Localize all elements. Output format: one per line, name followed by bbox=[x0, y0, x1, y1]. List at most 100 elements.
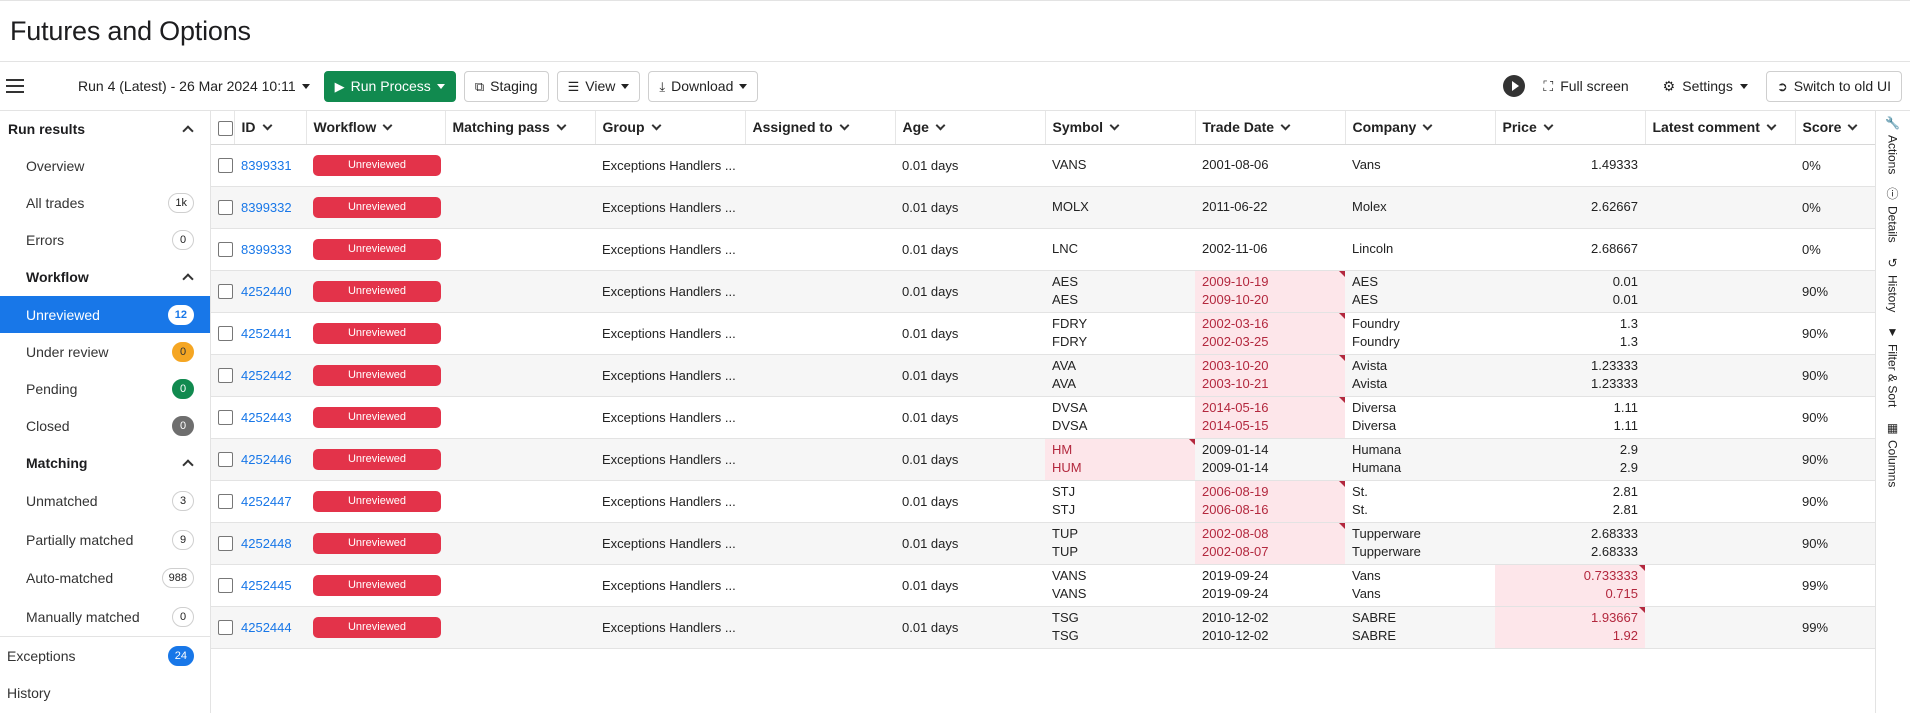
table-row[interactable]: 4252448 Unreviewed Exceptions Handlers ...… bbox=[211, 522, 1875, 565]
trade-id-link[interactable]: 4252444 bbox=[241, 620, 292, 635]
trade-id-link[interactable]: 4252446 bbox=[241, 452, 292, 467]
chevron-down-icon bbox=[935, 120, 946, 131]
table-row[interactable]: 4252443 Unreviewed Exceptions Handlers ...… bbox=[211, 396, 1875, 439]
rail-filter-sort[interactable]: ▼ Filter & Sort bbox=[1886, 326, 1900, 407]
rail-actions[interactable]: 🔧 Actions bbox=[1885, 117, 1900, 174]
column-header-trade-date[interactable]: Trade Date bbox=[1195, 111, 1346, 145]
trade-id-link[interactable]: 4252440 bbox=[241, 284, 292, 299]
row-checkbox[interactable] bbox=[218, 494, 233, 510]
sidebar-item-unmatched[interactable]: Unmatched 3 bbox=[0, 482, 210, 521]
row-checkbox[interactable] bbox=[218, 158, 233, 174]
status-badge[interactable]: Unreviewed bbox=[313, 616, 441, 638]
trade-id-link[interactable]: 4252441 bbox=[241, 326, 292, 341]
trade-date-value: 2006-08-19 bbox=[1202, 484, 1269, 499]
sidebar-workflow-header[interactable]: Workflow bbox=[0, 258, 210, 296]
table-row[interactable]: 4252441 Unreviewed Exceptions Handlers ...… bbox=[211, 312, 1875, 355]
sidebar-item-partially-matched[interactable]: Partially matched 9 bbox=[0, 521, 210, 560]
menu-icon[interactable] bbox=[6, 75, 28, 97]
rail-history[interactable]: ↺ History bbox=[1886, 257, 1900, 312]
row-checkbox[interactable] bbox=[218, 326, 233, 342]
column-header-workflow[interactable]: Workflow bbox=[306, 111, 446, 145]
status-badge[interactable]: Unreviewed bbox=[313, 238, 441, 260]
trade-id-link[interactable]: 4252448 bbox=[241, 536, 292, 551]
row-checkbox[interactable] bbox=[218, 578, 233, 594]
status-badge[interactable]: Unreviewed bbox=[313, 448, 441, 470]
column-header-id[interactable]: ID bbox=[234, 111, 307, 145]
sidebar-matching-header[interactable]: Matching bbox=[0, 444, 210, 482]
status-badge[interactable]: Unreviewed bbox=[313, 490, 441, 512]
row-checkbox[interactable] bbox=[218, 242, 233, 258]
column-header-symbol[interactable]: Symbol bbox=[1045, 111, 1196, 145]
row-checkbox[interactable] bbox=[218, 410, 233, 426]
status-badge[interactable]: Unreviewed bbox=[313, 280, 441, 302]
status-badge[interactable]: Unreviewed bbox=[313, 154, 441, 176]
table-row[interactable]: 8399332 Unreviewed Exceptions Handlers ...… bbox=[211, 186, 1875, 229]
table-row[interactable]: 4252447 Unreviewed Exceptions Handlers ...… bbox=[211, 480, 1875, 523]
cell-trade-date: 2019-09-24 2019-09-24 bbox=[1195, 564, 1345, 607]
run-selector[interactable]: Run 4 (Latest) - 26 Mar 2024 10:11 bbox=[78, 78, 310, 94]
row-checkbox[interactable] bbox=[218, 620, 233, 636]
rail-details[interactable]: ⓘ Details bbox=[1886, 188, 1900, 243]
rail-columns[interactable]: ▦ Columns bbox=[1886, 422, 1900, 487]
sidebar-item-pending[interactable]: Pending 0 bbox=[0, 370, 210, 407]
select-all-checkbox[interactable] bbox=[218, 120, 233, 136]
sidebar-item-auto-matched[interactable]: Auto-matched 988 bbox=[0, 559, 210, 598]
status-badge[interactable]: Unreviewed bbox=[313, 406, 441, 428]
sidebar-item-manually-matched[interactable]: Manually matched 0 bbox=[0, 598, 210, 637]
column-header-assigned-to[interactable]: Assigned to bbox=[745, 111, 896, 145]
chevron-down-icon bbox=[1109, 120, 1120, 131]
column-header-age[interactable]: Age bbox=[895, 111, 1046, 145]
column-header-score[interactable]: Score bbox=[1795, 111, 1875, 145]
row-checkbox[interactable] bbox=[218, 368, 233, 384]
sidebar-item-unreviewed[interactable]: Unreviewed 12 bbox=[0, 296, 210, 333]
sidebar-item-overview[interactable]: Overview bbox=[0, 147, 210, 184]
sidebar-item-history[interactable]: History bbox=[0, 674, 210, 711]
table-row[interactable]: 4252440 Unreviewed Exceptions Handlers ...… bbox=[211, 270, 1875, 313]
row-select-cell bbox=[211, 606, 234, 649]
staging-button[interactable]: ⧉ Staging bbox=[463, 70, 549, 102]
status-badge[interactable]: Unreviewed bbox=[313, 574, 441, 596]
download-button[interactable]: ⤓ Download bbox=[648, 70, 759, 102]
sidebar-item-closed[interactable]: Closed 0 bbox=[0, 407, 210, 444]
run-process-button[interactable]: ▶ Run Process bbox=[323, 70, 456, 102]
column-label: Matching pass bbox=[452, 119, 550, 136]
symbol-value: VANS bbox=[1052, 568, 1087, 583]
status-badge[interactable]: Unreviewed bbox=[313, 196, 441, 218]
trade-id-link[interactable]: 4252445 bbox=[241, 578, 292, 593]
row-checkbox[interactable] bbox=[218, 284, 233, 300]
table-row[interactable]: 8399333 Unreviewed Exceptions Handlers ...… bbox=[211, 228, 1875, 271]
table-row[interactable]: 4252446 Unreviewed Exceptions Handlers ...… bbox=[211, 438, 1875, 481]
table-row[interactable]: 4252444 Unreviewed Exceptions Handlers ...… bbox=[211, 606, 1875, 649]
trade-id-link[interactable]: 4252442 bbox=[241, 368, 292, 383]
full-screen-button[interactable]: ⛶ Full screen bbox=[1533, 78, 1638, 95]
trade-id-link[interactable]: 8399331 bbox=[241, 158, 292, 173]
column-header-price[interactable]: Price bbox=[1495, 111, 1646, 145]
row-checkbox[interactable] bbox=[218, 536, 233, 552]
table-row[interactable]: 4252442 Unreviewed Exceptions Handlers ...… bbox=[211, 354, 1875, 397]
row-checkbox[interactable] bbox=[218, 200, 233, 216]
trade-id-link[interactable]: 4252443 bbox=[241, 410, 292, 425]
sidebar-run-results-header[interactable]: Run results bbox=[0, 111, 210, 147]
column-header-matching-pass[interactable]: Matching pass bbox=[445, 111, 596, 145]
sidebar-item-exceptions[interactable]: Exceptions 24 bbox=[0, 637, 210, 674]
trade-id-link[interactable]: 4252447 bbox=[241, 494, 292, 509]
table-row[interactable]: 4252445 Unreviewed Exceptions Handlers ...… bbox=[211, 564, 1875, 607]
trade-id-link[interactable]: 8399332 bbox=[241, 200, 292, 215]
status-badge[interactable]: Unreviewed bbox=[313, 532, 441, 554]
cell-workflow: Unreviewed bbox=[306, 144, 445, 187]
play-icon[interactable] bbox=[1503, 75, 1526, 97]
sidebar-item-under-review[interactable]: Under review 0 bbox=[0, 333, 210, 370]
column-header-latest-comment[interactable]: Latest comment bbox=[1645, 111, 1796, 145]
status-badge[interactable]: Unreviewed bbox=[313, 322, 441, 344]
column-header-company[interactable]: Company bbox=[1345, 111, 1496, 145]
sidebar-item-errors[interactable]: Errors 0 bbox=[0, 221, 210, 258]
row-checkbox[interactable] bbox=[218, 452, 233, 468]
column-header-group[interactable]: Group bbox=[595, 111, 746, 145]
status-badge[interactable]: Unreviewed bbox=[313, 364, 441, 386]
trade-id-link[interactable]: 8399333 bbox=[241, 242, 292, 257]
switch-old-ui-button[interactable]: ➲ Switch to old UI bbox=[1765, 70, 1902, 102]
table-row[interactable]: 8399331 Unreviewed Exceptions Handlers ...… bbox=[211, 144, 1875, 187]
settings-button[interactable]: ⚙ Settings bbox=[1653, 78, 1758, 95]
sidebar-item-all-trades[interactable]: All trades 1k bbox=[0, 184, 210, 221]
view-button[interactable]: ☰ View bbox=[556, 70, 641, 102]
